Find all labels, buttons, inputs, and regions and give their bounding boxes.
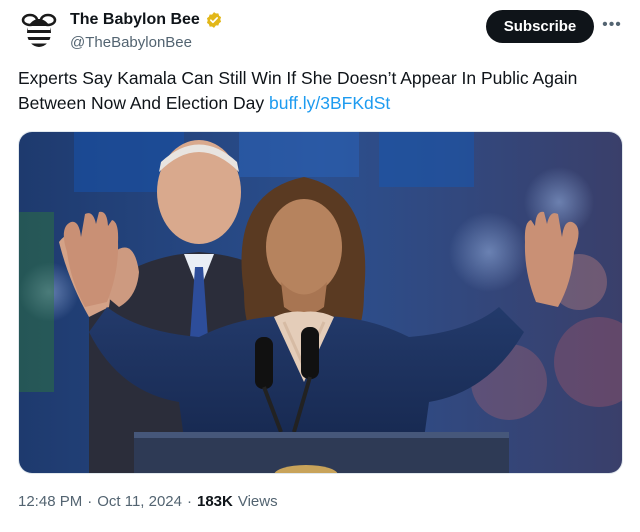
more-options-icon[interactable]: ••• (601, 14, 623, 36)
rally-photo (19, 132, 622, 473)
tweet-metadata: 12:48 PM · Oct 11, 2024 · 183K Views (18, 493, 278, 510)
author-name-row: The Babylon Bee (70, 11, 223, 29)
meta-separator: · (187, 493, 192, 510)
tweet-card: The Babylon Bee @TheBabylonBee Subscribe… (0, 0, 640, 532)
account-handle[interactable]: @TheBabylonBee (70, 34, 192, 51)
meta-separator: · (87, 493, 93, 510)
tweet-text: Experts Say Kamala Can Still Win If She … (18, 66, 624, 116)
tweet-date[interactable]: Oct 11, 2024 (97, 493, 182, 510)
verified-badge-icon[interactable] (205, 11, 223, 29)
display-name[interactable]: The Babylon Bee (70, 11, 200, 29)
bee-logo-icon (21, 13, 57, 47)
views-label: Views (237, 493, 278, 510)
views-count: 183K (197, 493, 233, 510)
tweet-time[interactable]: 12:48 PM (18, 493, 82, 510)
avatar[interactable] (18, 10, 60, 52)
tweet-link[interactable]: buff.ly/3BFKdSt (269, 93, 390, 113)
tweet-photo[interactable] (18, 131, 623, 474)
subscribe-button[interactable]: Subscribe (486, 10, 594, 43)
